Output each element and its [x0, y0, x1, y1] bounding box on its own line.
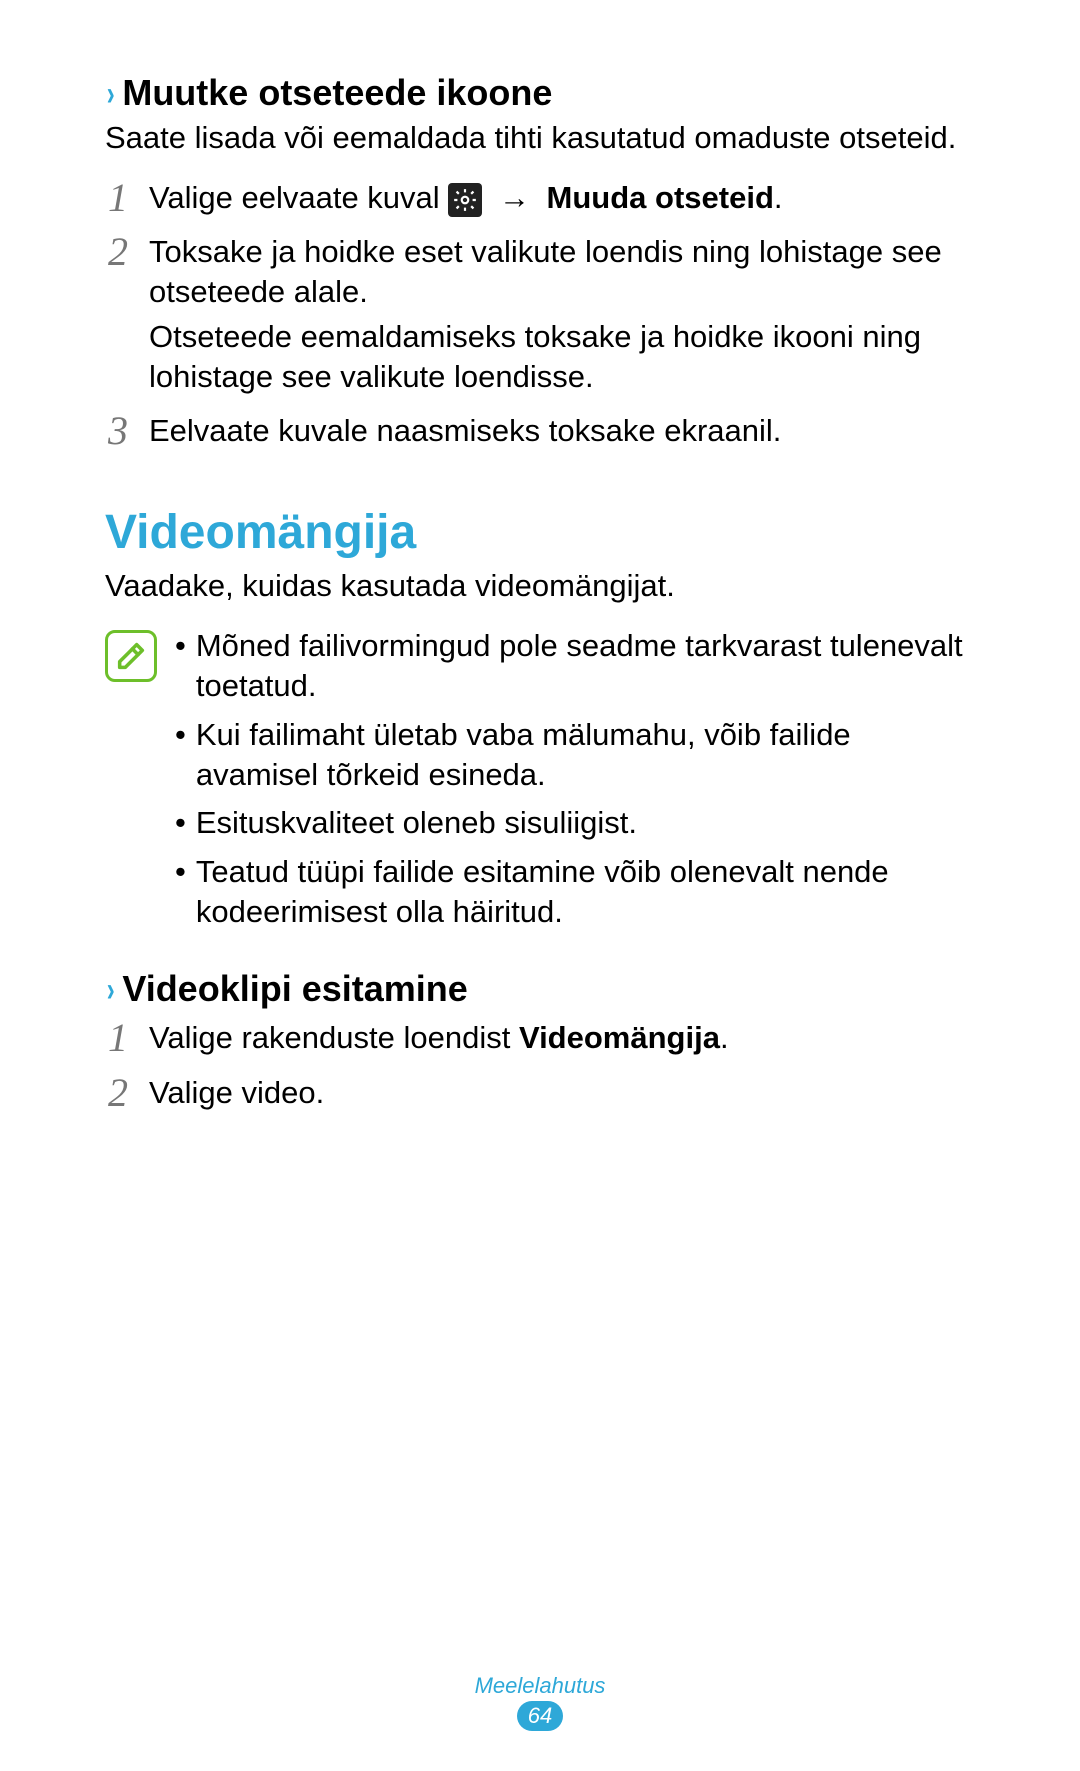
subheading-shortcuts: › Muutke otseteede ikoone: [105, 72, 975, 114]
step-text: Eelvaate kuvale naasmiseks toksake ekraa…: [149, 411, 975, 451]
step-number: 1: [105, 1018, 131, 1058]
steps-list-1: 1 Valige eelvaate kuval → Muuda otseteid…: [105, 178, 975, 452]
section-title-video: Videomängija: [105, 505, 975, 560]
step-text: Toksake ja hoidke eset valikute loendis …: [149, 232, 975, 313]
step-text-bold: Videomängija: [519, 1020, 720, 1055]
step-item: 2 Toksake ja hoidke eset valikute loendi…: [105, 232, 975, 397]
note-item: • Teatud tüüpi failide esitamine võib ol…: [175, 852, 975, 933]
step-body: Valige eelvaate kuval → Muuda otseteid.: [149, 178, 975, 218]
step-number: 1: [105, 178, 131, 218]
note-list: • Mõned failivormingud pole seadme tarkv…: [175, 626, 975, 940]
footer-section-label: Meelelahutus: [0, 1673, 1080, 1699]
settings-gear-icon: [448, 183, 482, 217]
bullet-icon: •: [175, 715, 186, 796]
step-text-pre: Valige rakenduste loendist: [149, 1020, 519, 1055]
step-text: Valige video.: [149, 1073, 975, 1113]
note-text: Mõned failivormingud pole seadme tarkvar…: [196, 626, 975, 707]
note-item: • Mõned failivormingud pole seadme tarkv…: [175, 626, 975, 707]
intro-text-1: Saate lisada või eemaldada tihti kasutat…: [105, 118, 975, 158]
step-item: 3 Eelvaate kuvale naasmiseks toksake ekr…: [105, 411, 975, 451]
note-text: Kui failimaht ületab vaba mälumahu, võib…: [196, 715, 975, 796]
intro-text-2: Vaadake, kuidas kasutada videomängijat.: [105, 566, 975, 606]
subheading-text: Muutke otseteede ikoone: [122, 72, 552, 114]
step-number: 3: [105, 411, 131, 451]
step-body: Toksake ja hoidke eset valikute loendis …: [149, 232, 975, 397]
arrow-right-icon: →: [499, 180, 530, 215]
step-text-post: .: [720, 1020, 729, 1055]
step-text-bold: Muuda otseteid: [547, 180, 774, 215]
note-text: Esituskvaliteet oleneb sisuliigist.: [196, 803, 637, 843]
note-icon: [105, 630, 157, 682]
step-text-pre: Valige eelvaate kuval: [149, 180, 448, 215]
step-text-post: .: [774, 180, 783, 215]
step-body: Valige rakenduste loendist Videomängija.: [149, 1018, 975, 1058]
step-item: 2 Valige video.: [105, 1073, 975, 1113]
page-number-badge: 64: [517, 1701, 563, 1731]
step-item: 1 Valige eelvaate kuval → Muuda otseteid…: [105, 178, 975, 218]
step-body: Eelvaate kuvale naasmiseks toksake ekraa…: [149, 411, 975, 451]
page-footer: Meelelahutus 64: [0, 1673, 1080, 1731]
step-item: 1 Valige rakenduste loendist Videomängij…: [105, 1018, 975, 1058]
step-number: 2: [105, 232, 131, 397]
subheading-text: Videoklipi esitamine: [122, 968, 467, 1010]
note-block: • Mõned failivormingud pole seadme tarkv…: [105, 626, 975, 940]
steps-list-2: 1 Valige rakenduste loendist Videomängij…: [105, 1018, 975, 1113]
note-item: • Esituskvaliteet oleneb sisuliigist.: [175, 803, 975, 843]
bullet-icon: •: [175, 626, 186, 707]
chevron-right-icon: ›: [107, 77, 115, 111]
bullet-icon: •: [175, 852, 186, 933]
subheading-playback: › Videoklipi esitamine: [105, 968, 975, 1010]
step-body: Valige video.: [149, 1073, 975, 1113]
step-text: Otseteede eemaldamiseks toksake ja hoidk…: [149, 317, 975, 398]
note-text: Teatud tüüpi failide esitamine võib olen…: [196, 852, 975, 933]
note-item: • Kui failimaht ületab vaba mälumahu, võ…: [175, 715, 975, 796]
chevron-right-icon: ›: [107, 973, 115, 1007]
bullet-icon: •: [175, 803, 186, 843]
step-number: 2: [105, 1073, 131, 1113]
